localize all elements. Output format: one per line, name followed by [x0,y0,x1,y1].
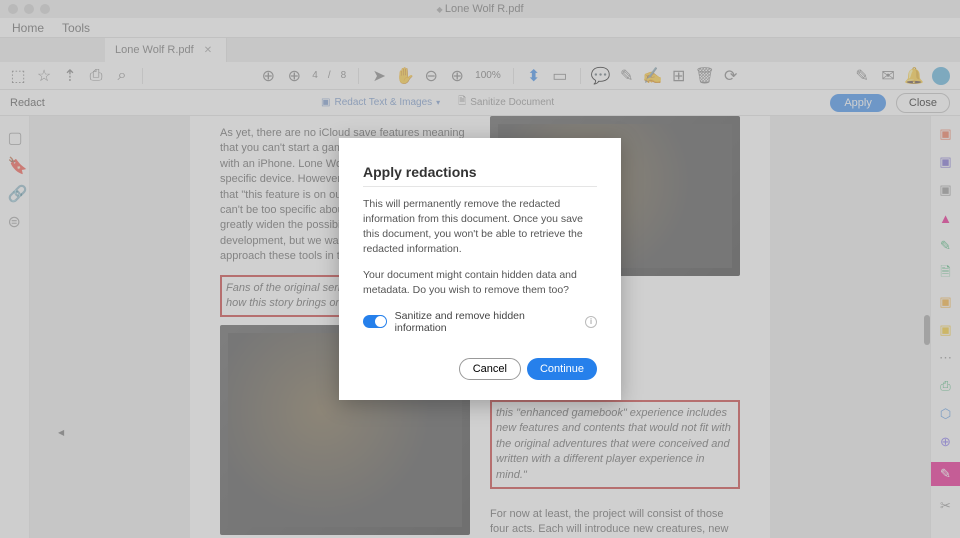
apply-redactions-dialog: Apply redactions This will permanently r… [339,138,621,399]
toggle-label: Sanitize and remove hidden information [395,310,577,334]
dialog-body: This will permanently remove the redacte… [363,197,597,256]
dialog-body: Your document might contain hidden data … [363,268,597,297]
cancel-button[interactable]: Cancel [459,358,521,380]
sanitize-toggle[interactable] [363,315,387,328]
info-icon[interactable]: i [585,316,597,328]
continue-button[interactable]: Continue [527,358,597,380]
dialog-title: Apply redactions [363,164,597,187]
modal-overlay: Apply redactions This will permanently r… [0,0,960,538]
